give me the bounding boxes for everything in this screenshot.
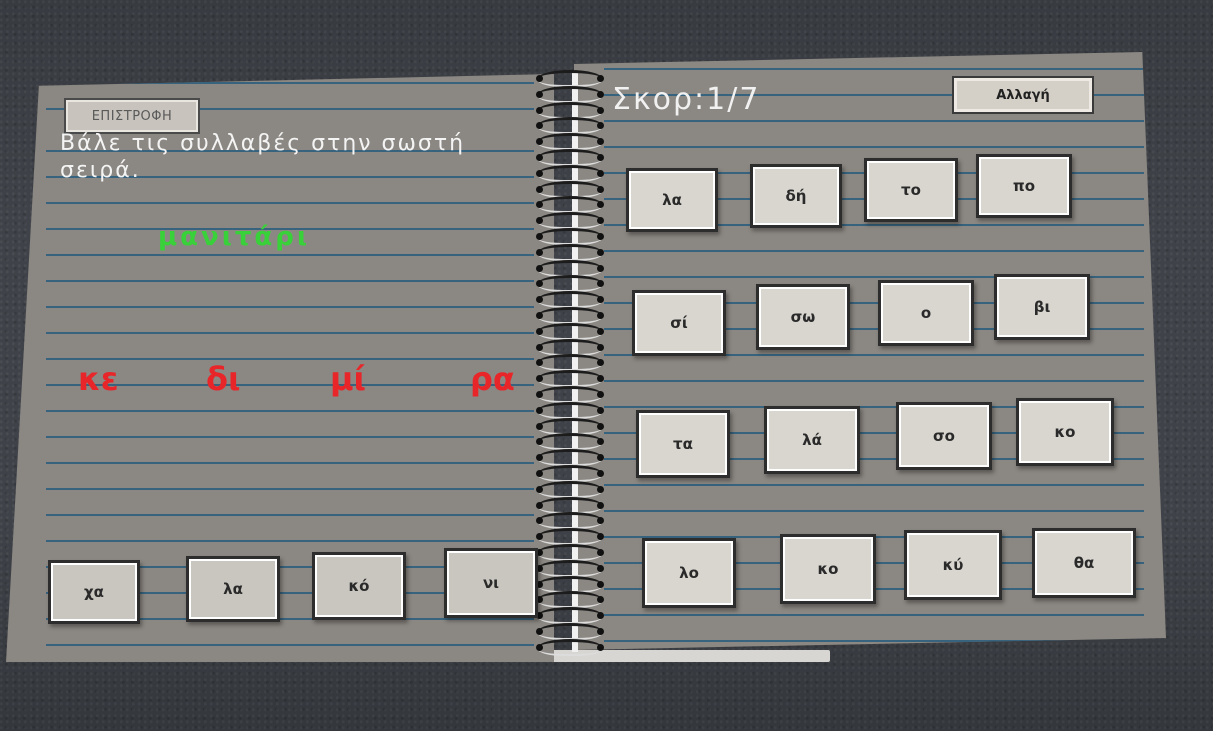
spiral-coil [536,212,604,230]
spiral-coil [536,133,604,151]
syllable-tile[interactable]: το [864,158,958,222]
spiral-coil [536,117,604,135]
spiral-coil [536,322,604,340]
spiral-coil [536,386,604,403]
spiral-coil [536,591,604,609]
spiral-coil [536,291,604,309]
syllable-tile[interactable]: σί [632,290,726,356]
spiral-coil [536,149,604,166]
spiral-coil [536,307,604,324]
spiral-coil [536,607,604,625]
syllable-tile[interactable]: πο [976,154,1072,218]
spiral-coil [536,480,604,498]
spiral-coil [536,433,604,451]
placed-syllable-1: κε [78,360,119,398]
spiral-coil [536,338,604,356]
spiral-coil [536,164,604,182]
spiral-coil [536,196,604,214]
spiral-coil [536,85,604,103]
answer-slot-1[interactable]: χα [48,560,140,624]
placed-syllable-2: δι [206,360,241,398]
spiral-coil [536,70,604,87]
spiral-binding [534,70,606,660]
spiral-coil [536,544,604,561]
syllable-tile[interactable]: κο [1016,398,1114,466]
spiral-coil [536,101,604,119]
spiral-coil [536,638,604,656]
answer-slot-4[interactable]: νι [444,548,538,618]
spiral-coil [536,180,604,198]
spiral-coil [536,259,604,277]
syllable-tile[interactable]: σω [756,284,850,350]
spiral-coil [536,449,604,467]
spiral-coil [536,275,604,293]
syllable-tile[interactable]: βι [994,274,1090,340]
syllable-tile[interactable]: λά [764,406,860,474]
answer-slot-2[interactable]: λα [186,556,280,622]
spiral-coil [536,228,604,245]
syllable-tile[interactable]: ο [878,280,974,346]
answer-slot-3[interactable]: κό [312,552,406,620]
back-button[interactable]: ΕΠΙΣΤΡΟΦΗ [64,98,200,134]
spiral-coil [536,401,604,419]
spiral-coil [536,512,604,530]
syllable-tile[interactable]: λο [642,538,736,608]
spiral-coil [536,528,604,546]
syllable-tile[interactable]: λα [626,168,718,232]
placed-syllable-3: μί [330,360,367,398]
spiral-coil [536,559,604,577]
syllable-tile[interactable]: δή [750,164,842,228]
syllable-tile[interactable]: σο [896,402,992,470]
syllable-tile[interactable]: κο [780,534,876,604]
spiral-coil [536,496,604,514]
spiral-coil [536,370,604,388]
syllable-tile[interactable]: τα [636,410,730,478]
spiral-coil [536,243,604,261]
spiral-coil [536,575,604,593]
score-label: Σκορ:1/7 [612,82,761,117]
instruction-text: Βάλε τις συλλαβές στην σωστή σειρά. [60,131,466,183]
change-button[interactable]: Αλλαγή [952,76,1094,114]
target-word: μανιτάρι [158,222,311,252]
spiral-coil [536,417,604,435]
spiral-coil [536,465,604,482]
placed-syllable-4: ρα [470,360,515,398]
spiral-coil [536,354,604,372]
syllable-tile[interactable]: κύ [904,530,1002,600]
syllable-tile[interactable]: θα [1032,528,1136,598]
spiral-coil [536,623,604,640]
